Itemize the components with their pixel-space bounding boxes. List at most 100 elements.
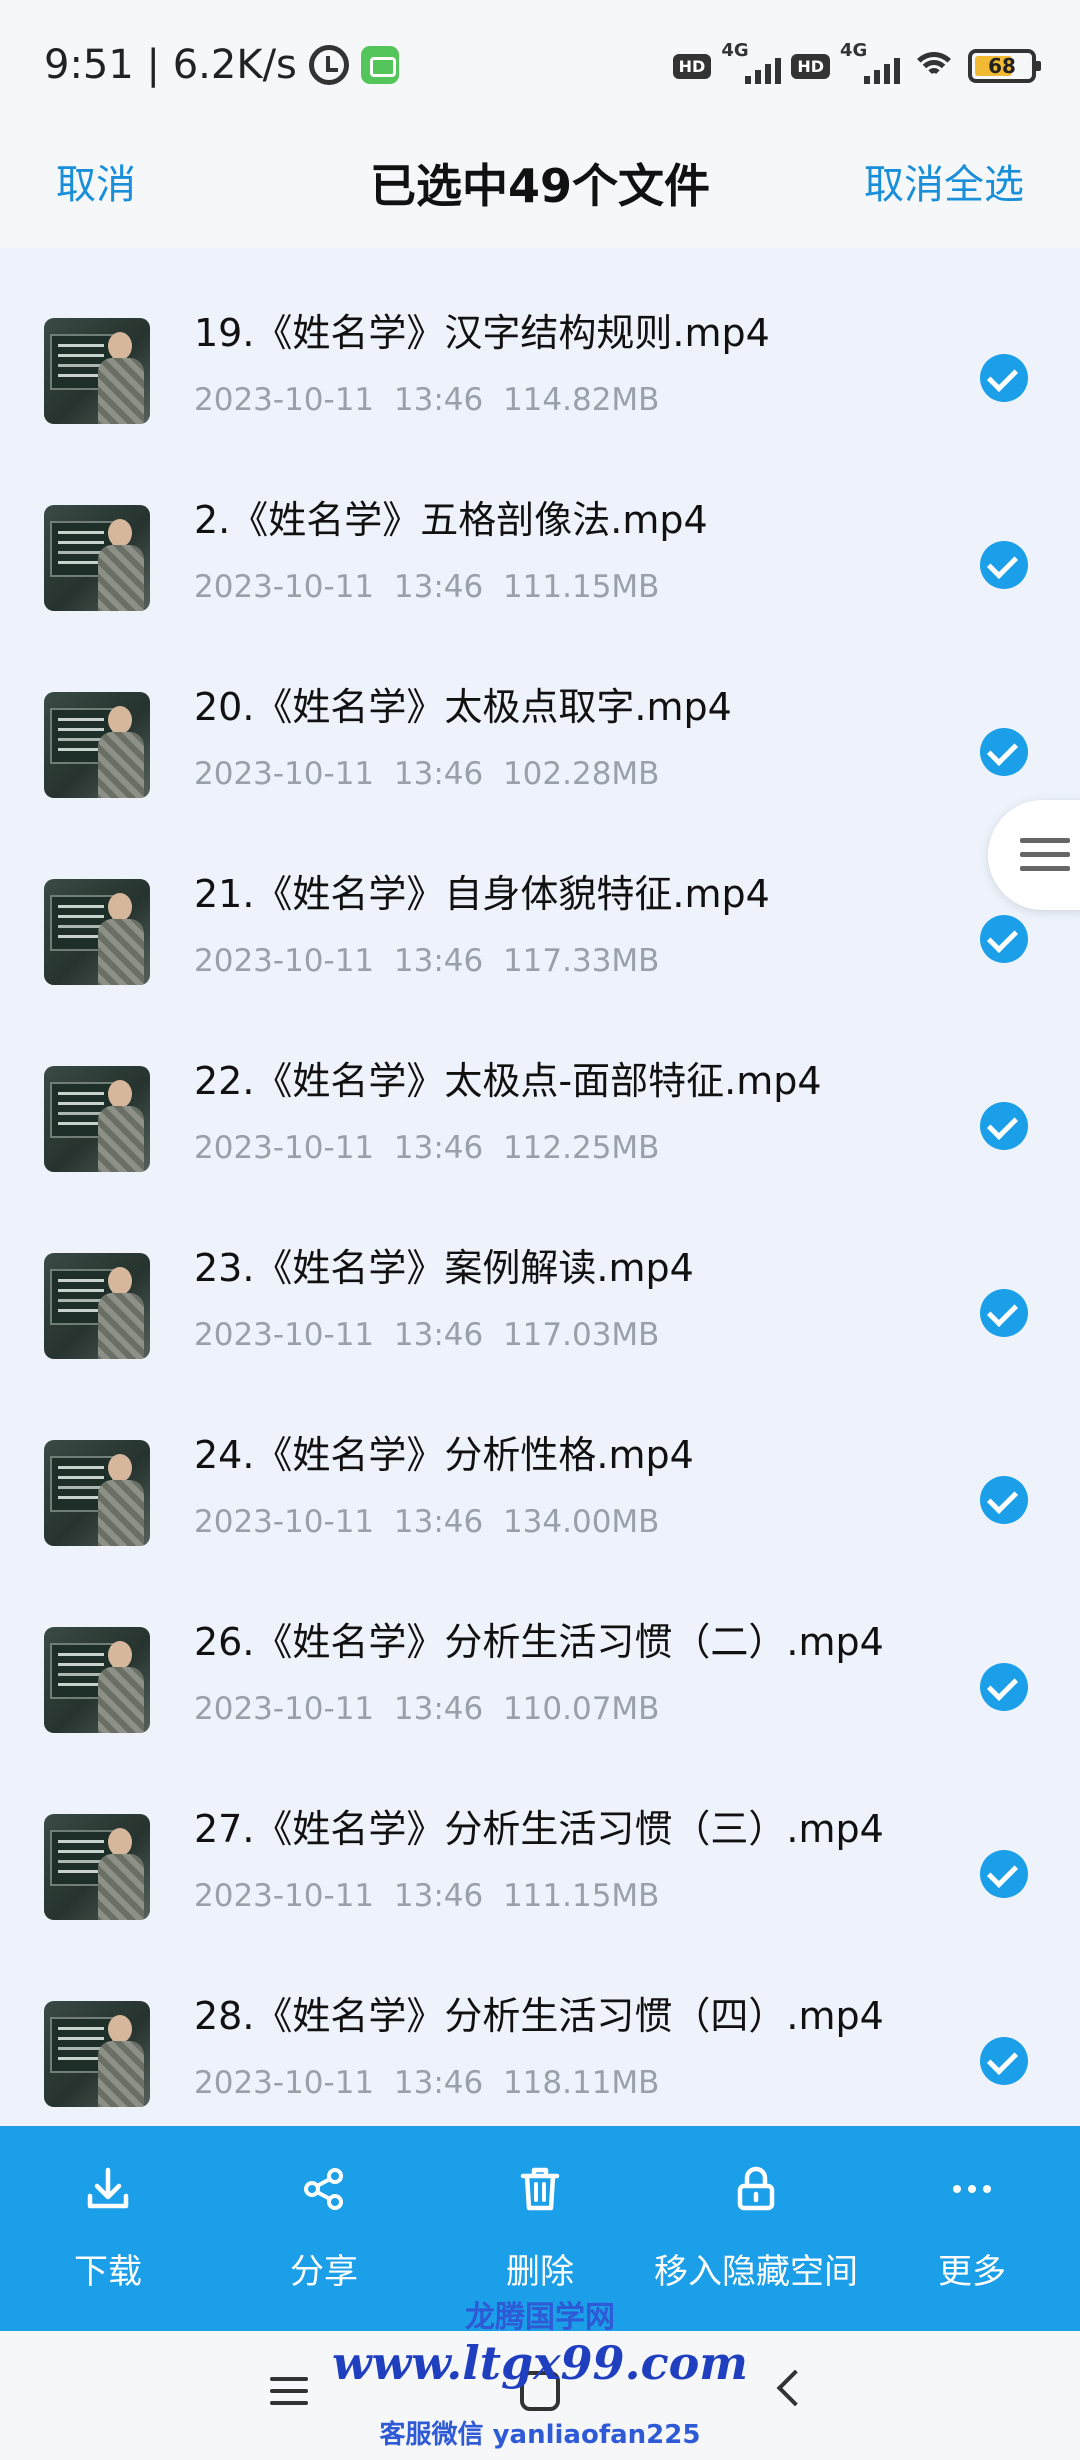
- selected-checkmark-icon[interactable]: [980, 915, 1028, 963]
- file-size: 118.11MB: [502, 2065, 660, 2101]
- video-thumbnail: [44, 1066, 150, 1172]
- video-thumbnail: [44, 505, 150, 611]
- selected-checkmark-icon[interactable]: [980, 1850, 1028, 1898]
- video-thumbnail: [44, 2001, 150, 2107]
- status-bar: 9:51 | 6.2K/s HD 4G HD 4G 68: [0, 0, 1080, 130]
- file-size: 111.15MB: [502, 1878, 660, 1914]
- selected-checkmark-icon[interactable]: [980, 1102, 1028, 1150]
- status-left: 9:51 | 6.2K/s: [44, 42, 399, 88]
- app-notification-icon: [360, 46, 399, 84]
- share-icon: [304, 2168, 343, 2210]
- file-name: 2.《姓名学》五格剖像法.mp4: [194, 498, 708, 542]
- signal-strength-icon: 4G: [721, 40, 782, 84]
- file-row[interactable]: 27.《姓名学》分析生活习惯（三）.mp4 2023-10-11 13:46 11…: [0, 1746, 1080, 1933]
- file-meta: 2023-10-11 13:46 111.15MB: [194, 1878, 659, 1914]
- deselect-all-button[interactable]: 取消全选: [864, 152, 1024, 210]
- more-label: 更多: [938, 2252, 1006, 2292]
- file-row[interactable]: 23.《姓名学》案例解读.mp4 2023-10-11 13:46 117.03M…: [0, 1185, 1080, 1372]
- file-meta: 2023-10-11 13:46 117.03MB: [194, 1317, 659, 1353]
- more-icon: [953, 2185, 991, 2193]
- selected-checkmark-icon[interactable]: [980, 354, 1028, 402]
- file-size: 112.25MB: [502, 1130, 660, 1166]
- file-row[interactable]: 24.《姓名学》分析性格.mp4 2023-10-11 13:46 134.00M…: [0, 1372, 1080, 1559]
- file-date: 2023-10-11: [194, 943, 375, 979]
- file-meta: 2023-10-11 13:46 118.11MB: [194, 2065, 659, 2101]
- file-meta: 2023-10-11 13:46 111.15MB: [194, 569, 659, 605]
- file-date: 2023-10-11: [194, 2065, 375, 2101]
- file-row[interactable]: 28.《姓名学》分析生活习惯（四）.mp4 2023-10-11 13:46 11…: [0, 1933, 1080, 2120]
- hd-voice-badge: HD: [672, 53, 712, 79]
- file-size: 102.28MB: [502, 756, 660, 792]
- file-date: 2023-10-11: [194, 1317, 375, 1353]
- file-meta: 2023-10-11 13:46 114.82MB: [194, 382, 659, 418]
- battery-level: 68: [988, 54, 1016, 78]
- watermark-url: www.ltgx99.com: [332, 2336, 748, 2390]
- wifi-icon: [910, 48, 958, 84]
- selected-checkmark-icon[interactable]: [980, 1476, 1028, 1524]
- file-time: 13:46: [393, 569, 484, 605]
- file-row[interactable]: 21.《姓名学》自身体貌特征.mp4 2023-10-11 13:46 117.3…: [0, 811, 1080, 998]
- hd-voice-badge-2: HD: [791, 53, 830, 79]
- file-date: 2023-10-11: [194, 569, 375, 605]
- file-name: 21.《姓名学》自身体貌特征.mp4: [194, 872, 770, 916]
- video-thumbnail: [44, 1253, 150, 1359]
- lock-icon: [737, 2166, 775, 2211]
- file-date: 2023-10-11: [194, 1878, 375, 1914]
- video-thumbnail: [44, 692, 150, 798]
- file-meta: 2023-10-11 13:46 112.25MB: [194, 1130, 659, 1166]
- share-label: 分享: [290, 2252, 358, 2292]
- selected-checkmark-icon[interactable]: [980, 2037, 1028, 2085]
- selected-checkmark-icon[interactable]: [980, 1289, 1028, 1337]
- file-time: 13:46: [393, 1504, 484, 1540]
- file-date: 2023-10-11: [194, 1130, 375, 1166]
- file-row[interactable]: 26.《姓名学》分析生活习惯（二）.mp4 2023-10-11 13:46 11…: [0, 1559, 1080, 1746]
- file-meta: 2023-10-11 13:46 110.07MB: [194, 1691, 659, 1727]
- file-size: 134.00MB: [502, 1504, 660, 1540]
- file-row[interactable]: 19.《姓名学》汉字结构规则.mp4 2023-10-11 13:46 114.8…: [0, 250, 1080, 437]
- file-date: 2023-10-11: [194, 756, 375, 792]
- file-meta: 2023-10-11 13:46 117.33MB: [194, 943, 659, 979]
- file-name: 28.《姓名学》分析生活习惯（四）.mp4: [194, 1994, 884, 2038]
- file-size: 117.33MB: [502, 943, 660, 979]
- status-time-speed: 9:51 | 6.2K/s: [44, 42, 297, 88]
- file-time: 13:46: [393, 1317, 484, 1353]
- file-size: 114.82MB: [502, 382, 660, 418]
- watermark-contact: 客服微信 yanliaofan225: [379, 2420, 701, 2450]
- file-time: 13:46: [393, 1130, 484, 1166]
- file-row[interactable]: 2.《姓名学》五格剖像法.mp4 2023-10-11 13:46 111.15M…: [0, 437, 1080, 624]
- file-time: 13:46: [393, 756, 484, 792]
- file-name: 26.《姓名学》分析生活习惯（二）.mp4: [194, 1620, 884, 1664]
- file-name: 27.《姓名学》分析生活习惯（三）.mp4: [194, 1807, 884, 1851]
- move-to-hidden-space-label: 移入隐藏空间: [654, 2252, 858, 2292]
- file-row[interactable]: 22.《姓名学》太极点-面部特征.mp4 2023-10-11 13:46 112…: [0, 998, 1080, 1185]
- file-name: 23.《姓名学》案例解读.mp4: [194, 1246, 694, 1290]
- file-size: 110.07MB: [502, 1691, 660, 1727]
- download-label: 下载: [74, 2252, 142, 2292]
- file-time: 13:46: [393, 1691, 484, 1727]
- file-size: 111.15MB: [502, 569, 660, 605]
- file-size: 117.03MB: [502, 1317, 660, 1353]
- file-time: 13:46: [393, 943, 484, 979]
- file-name: 22.《姓名学》太极点-面部特征.mp4: [194, 1059, 822, 1103]
- selected-checkmark-icon[interactable]: [980, 1663, 1028, 1711]
- selection-header: 取消 已选中49个文件 取消全选: [0, 130, 1080, 248]
- watermark-site-name: 龙腾国学网: [465, 2300, 615, 2335]
- selected-checkmark-icon[interactable]: [980, 728, 1028, 776]
- battery-icon: 68: [968, 49, 1041, 83]
- file-date: 2023-10-11: [194, 1504, 375, 1540]
- video-thumbnail: [44, 1814, 150, 1920]
- download-icon: [87, 2167, 129, 2209]
- status-right: HD 4G HD 4G 68: [672, 40, 1041, 84]
- video-thumbnail: [44, 879, 150, 985]
- file-time: 13:46: [393, 382, 484, 418]
- file-name: 20.《姓名学》太极点取字.mp4: [194, 685, 732, 729]
- file-time: 13:46: [393, 2065, 484, 2101]
- alarm-icon: [308, 45, 349, 85]
- trash-icon: [520, 2167, 560, 2211]
- file-row[interactable]: 20.《姓名学》太极点取字.mp4 2023-10-11 13:46 102.28…: [0, 624, 1080, 811]
- video-thumbnail: [44, 1440, 150, 1546]
- file-date: 2023-10-11: [194, 1691, 375, 1727]
- selected-checkmark-icon[interactable]: [980, 541, 1028, 589]
- file-list: 19.《姓名学》汉字结构规则.mp4 2023-10-11 13:46 114.8…: [0, 250, 1080, 2126]
- signal-strength-icon-2: 4G: [840, 40, 900, 84]
